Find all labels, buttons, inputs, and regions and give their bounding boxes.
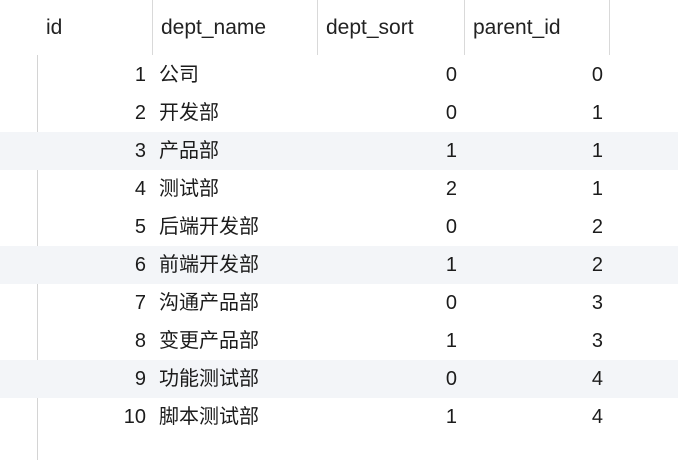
cell-id[interactable]: 2 [38,94,146,132]
table-row[interactable]: 1 公司 0 0 [0,56,678,94]
cell-parent-id[interactable]: 1 [465,132,603,170]
cell-dept-sort[interactable]: 0 [318,94,457,132]
table-row[interactable]: 9 功能测试部 0 4 [0,360,678,398]
table-row[interactable]: 5 后端开发部 0 2 [0,208,678,246]
cell-dept-name[interactable]: 变更产品部 [159,322,309,360]
cell-dept-sort[interactable]: 1 [318,132,457,170]
cell-parent-id[interactable]: 1 [465,94,603,132]
cell-dept-name[interactable]: 测试部 [159,170,309,208]
cell-dept-sort[interactable]: 1 [318,398,457,436]
table-row[interactable]: 7 沟通产品部 0 3 [0,284,678,322]
table-row[interactable]: 10 脚本测试部 1 4 [0,398,678,436]
cell-dept-name[interactable]: 脚本测试部 [159,398,309,436]
column-header-dept-name[interactable]: dept_name [152,0,317,55]
cell-id[interactable]: 3 [38,132,146,170]
cell-dept-sort[interactable]: 2 [318,170,457,208]
column-header-dept-sort[interactable]: dept_sort [317,0,464,55]
cell-dept-sort[interactable]: 0 [318,56,457,94]
cell-id[interactable]: 9 [38,360,146,398]
table-row[interactable]: 4 测试部 2 1 [0,170,678,208]
cell-id[interactable]: 8 [38,322,146,360]
column-header-parent-id[interactable]: parent_id [464,0,610,55]
cell-parent-id[interactable]: 2 [465,208,603,246]
cell-parent-id[interactable]: 2 [465,246,603,284]
cell-id[interactable]: 5 [38,208,146,246]
cell-parent-id[interactable]: 0 [465,56,603,94]
cell-dept-sort[interactable]: 0 [318,208,457,246]
table-row[interactable]: 8 变更产品部 1 3 [0,322,678,360]
cell-parent-id[interactable]: 3 [465,284,603,322]
cell-id[interactable]: 10 [38,398,146,436]
table-row[interactable]: 6 前端开发部 1 2 [0,246,678,284]
table-row[interactable]: 2 开发部 0 1 [0,94,678,132]
cell-dept-name[interactable]: 功能测试部 [159,360,309,398]
cell-dept-name[interactable]: 开发部 [159,94,309,132]
cell-parent-id[interactable]: 4 [465,360,603,398]
cell-dept-sort[interactable]: 1 [318,246,457,284]
cell-dept-name[interactable]: 前端开发部 [159,246,309,284]
cell-dept-sort[interactable]: 0 [318,360,457,398]
cell-id[interactable]: 7 [38,284,146,322]
cell-dept-sort[interactable]: 0 [318,284,457,322]
cell-dept-name[interactable]: 后端开发部 [159,208,309,246]
table-row[interactable]: 3 产品部 1 1 [0,132,678,170]
cell-id[interactable]: 4 [38,170,146,208]
cell-dept-name[interactable]: 公司 [159,56,309,94]
column-header-row: id dept_name dept_sort parent_id [0,0,678,55]
cell-dept-name[interactable]: 产品部 [159,132,309,170]
column-header-id[interactable]: id [38,0,152,55]
cell-id[interactable]: 6 [38,246,146,284]
result-grid: id dept_name dept_sort parent_id 1 公司 0 … [0,0,678,460]
cell-id[interactable]: 1 [38,56,146,94]
cell-dept-name[interactable]: 沟通产品部 [159,284,309,322]
cell-parent-id[interactable]: 3 [465,322,603,360]
cell-parent-id[interactable]: 1 [465,170,603,208]
cell-dept-sort[interactable]: 1 [318,322,457,360]
cell-parent-id[interactable]: 4 [465,398,603,436]
